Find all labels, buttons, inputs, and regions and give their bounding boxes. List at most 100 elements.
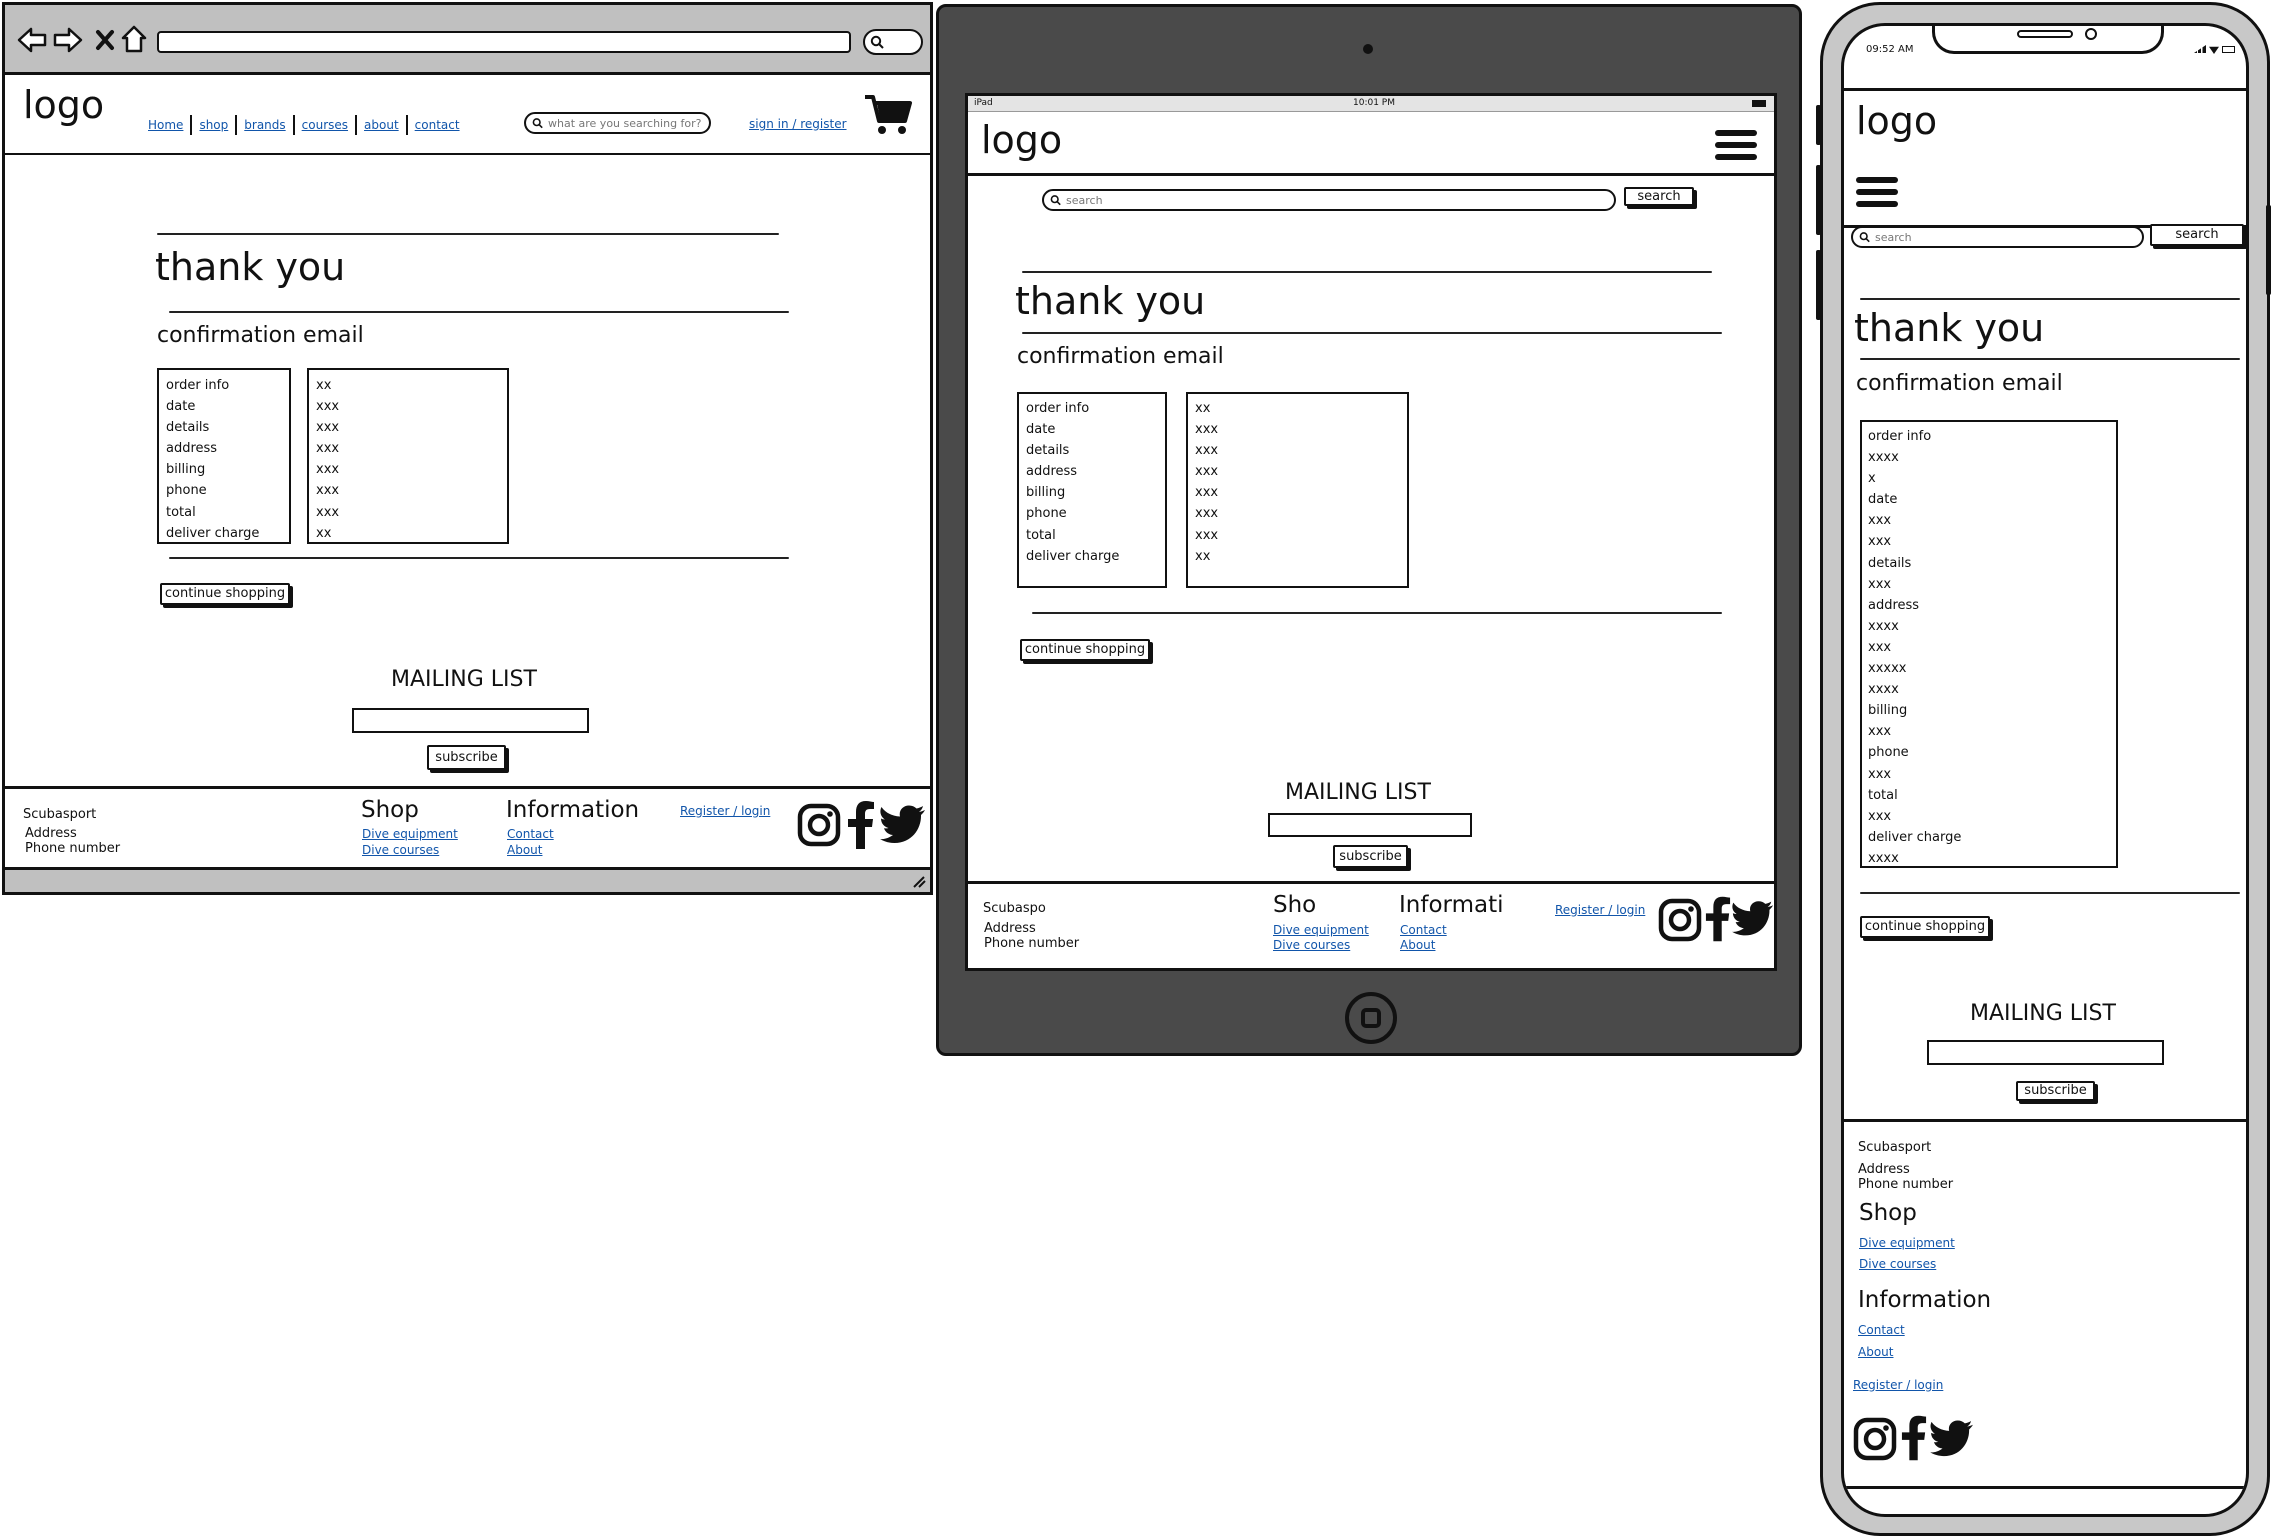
status-time: 10:01 PM — [1353, 98, 1395, 108]
order-values-box: xx xxx xxx xxx xxx xxx xxx xx — [307, 368, 509, 544]
phone-side-button[interactable] — [1816, 165, 1821, 235]
tablet-search-input[interactable]: search — [1042, 189, 1616, 211]
footer-dive-courses[interactable]: Dive courses — [1859, 1257, 1936, 1271]
footer-register[interactable]: Register / login — [680, 804, 770, 818]
address-bar[interactable] — [157, 31, 851, 53]
tablet-search-button[interactable]: search — [1624, 187, 1694, 206]
tablet-header: logo — [968, 112, 1774, 176]
phone-notch — [1932, 26, 2164, 54]
twitter-icon[interactable] — [880, 805, 926, 845]
phone-power-button[interactable] — [2266, 205, 2271, 295]
order-detail-row: total — [1868, 787, 1898, 803]
footer-phone: Phone number — [25, 841, 121, 856]
page-title: thank you — [155, 245, 346, 289]
search-icon — [1050, 195, 1061, 206]
continue-shopping-button[interactable]: continue shopping — [160, 583, 290, 605]
page-title: thank you — [1854, 306, 2045, 350]
order-field-label: order info — [166, 378, 230, 393]
close-icon[interactable] — [95, 29, 115, 51]
footer-about[interactable]: About — [1400, 938, 1435, 952]
order-field-label: date — [166, 399, 196, 415]
nav-shop[interactable]: shop — [199, 118, 228, 132]
phone-side-button[interactable] — [1816, 105, 1821, 145]
back-arrow-icon[interactable] — [17, 26, 47, 54]
mailing-email-input[interactable] — [352, 708, 589, 733]
tablet-home-button[interactable] — [1345, 992, 1397, 1044]
twitter-icon[interactable] — [1930, 1420, 1974, 1458]
status-icons — [2194, 45, 2236, 54]
instagram-icon[interactable] — [797, 803, 841, 847]
phone-search-input[interactable]: search — [1851, 226, 2144, 248]
footer-info-title: Informati — [1399, 892, 1504, 918]
nav-about[interactable]: about — [364, 118, 399, 132]
footer-about[interactable]: About — [507, 843, 542, 857]
menu-icon[interactable] — [1856, 177, 1898, 213]
mailing-email-input[interactable] — [1927, 1040, 2164, 1065]
phone-search-button[interactable]: search — [2150, 224, 2244, 246]
nav-home[interactable]: Home — [148, 118, 183, 132]
footer-dive-equipment[interactable]: Dive equipment — [1859, 1236, 1955, 1250]
cart-icon[interactable] — [863, 93, 913, 137]
order-field-value: xxx — [1195, 527, 1219, 543]
footer-register[interactable]: Register / login — [1853, 1378, 1943, 1392]
footer-contact[interactable]: Contact — [507, 827, 554, 841]
footer-address: Address — [25, 826, 77, 841]
nav-contact[interactable]: contact — [415, 118, 460, 132]
order-field-value: xxx — [316, 483, 340, 499]
search-placeholder: what are you searching for? — [548, 116, 702, 130]
footer-contact[interactable]: Contact — [1858, 1323, 1905, 1337]
footer-contact[interactable]: Contact — [1400, 923, 1447, 937]
menu-icon[interactable] — [1715, 130, 1757, 166]
signin-link[interactable]: sign in / register — [749, 117, 847, 131]
site-search-input[interactable]: what are you searching for? — [524, 112, 711, 134]
order-values-box: xx xxx xxx xxx xxx xxx xxx xx — [1186, 392, 1409, 588]
order-field-value: xxx — [1195, 443, 1219, 459]
mailing-list-heading: MAILING LIST — [391, 667, 537, 692]
twitter-icon[interactable] — [1732, 900, 1774, 938]
nav-courses[interactable]: courses — [302, 118, 348, 132]
instagram-icon[interactable] — [1658, 898, 1702, 942]
order-field-label: phone — [166, 483, 207, 499]
browser-search-button[interactable] — [863, 29, 923, 55]
divider — [1022, 271, 1712, 273]
facebook-icon[interactable] — [847, 801, 875, 849]
signal-icon — [2194, 45, 2206, 53]
site-header: logo Home shop brands courses about cont… — [5, 75, 930, 155]
mailing-email-input[interactable] — [1268, 813, 1472, 837]
order-field-label: date — [1026, 422, 1056, 438]
nav-brands[interactable]: brands — [244, 118, 285, 132]
wifi-icon — [2209, 46, 2219, 54]
divider — [1860, 892, 2240, 894]
order-detail-row: xxxx — [1868, 682, 1899, 698]
footer-shop-title: Sho — [1273, 892, 1317, 918]
footer-phone: Phone number — [984, 936, 1080, 951]
logo[interactable]: logo — [981, 118, 1062, 162]
subscribe-button[interactable]: subscribe — [427, 745, 506, 770]
footer-register[interactable]: Register / login — [1555, 903, 1645, 917]
continue-shopping-button[interactable]: continue shopping — [1020, 639, 1150, 661]
footer-dive-equipment[interactable]: Dive equipment — [1273, 923, 1369, 937]
phone-side-button[interactable] — [1816, 250, 1821, 320]
home-icon[interactable] — [121, 25, 147, 53]
footer-dive-courses[interactable]: Dive courses — [1273, 938, 1350, 952]
subscribe-button[interactable]: subscribe — [2016, 1081, 2095, 1101]
resize-grip-icon[interactable] — [912, 876, 926, 888]
footer-dive-courses[interactable]: Dive courses — [362, 843, 439, 857]
subscribe-button[interactable]: subscribe — [1333, 845, 1408, 868]
footer-about[interactable]: About — [1858, 1345, 1893, 1359]
instagram-icon[interactable] — [1853, 1417, 1897, 1461]
facebook-icon[interactable] — [1901, 1415, 1927, 1461]
continue-shopping-button[interactable]: continue shopping — [1860, 916, 1990, 938]
logo[interactable]: logo — [1856, 99, 1937, 143]
order-field-value: xx — [1195, 548, 1211, 564]
footer-dive-equipment[interactable]: Dive equipment — [362, 827, 458, 841]
footer-brand: Scubaspo — [983, 901, 1046, 916]
order-field-label: details — [1026, 443, 1070, 459]
main-nav: Home shop brands courses about contact — [148, 115, 460, 135]
logo[interactable]: logo — [23, 83, 104, 127]
order-field-label: address — [166, 441, 218, 457]
facebook-icon[interactable] — [1705, 896, 1731, 942]
order-field-label: details — [166, 420, 210, 436]
order-detail-row: xxxx — [1868, 850, 1899, 866]
forward-arrow-icon[interactable] — [53, 26, 83, 54]
